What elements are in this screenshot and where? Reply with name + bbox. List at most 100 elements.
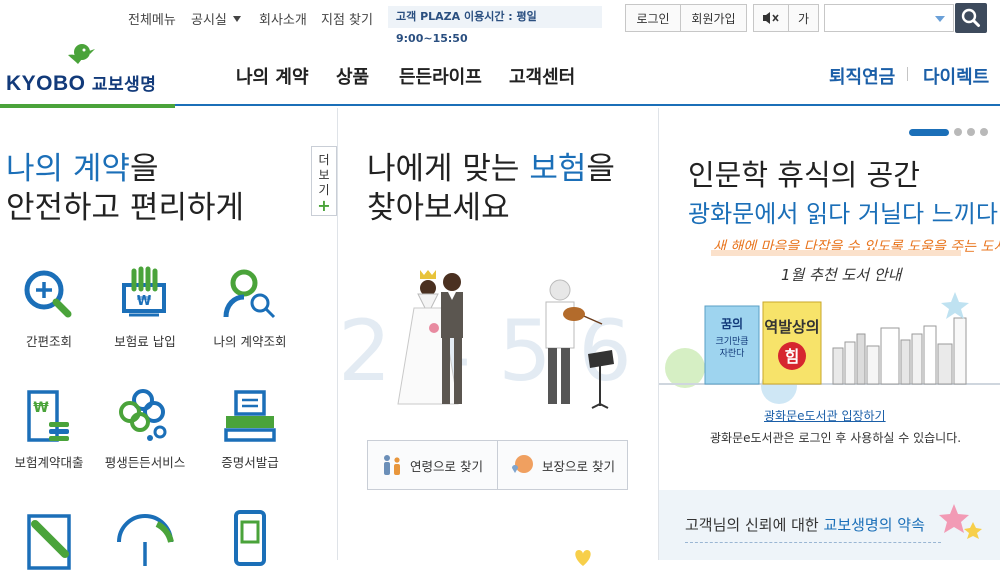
contract-inquiry-label: 나의 계약조회	[213, 334, 287, 349]
magnifier-plus-icon	[24, 270, 72, 318]
more-button[interactable]: 더보기 +	[311, 146, 337, 216]
my-contract-title-line2: 안전하고 편리하게	[6, 190, 245, 226]
account-buttons: 로그인 회원가입	[625, 4, 747, 32]
carousel-dot-3[interactable]	[967, 128, 975, 136]
disclosure-label: 공시실	[191, 13, 227, 28]
promise-divider	[685, 542, 941, 543]
quick-inquiry-label: 간편조회	[25, 334, 72, 349]
mobile-phone-icon	[234, 510, 266, 566]
books-illustration: 꿈의 크기만큼 자란다 역발상의 힘	[659, 292, 1000, 404]
printer-icon	[224, 390, 276, 442]
stars-decoration-icon	[939, 504, 982, 539]
carousel-dot-1[interactable]	[909, 128, 949, 136]
carousel-dot-2[interactable]	[954, 128, 962, 136]
handwriting-underline	[711, 250, 961, 256]
logo-korean: 교보생명	[91, 75, 157, 94]
policy-loan-button[interactable]: ₩ 보험계약대출	[1, 386, 97, 471]
plus-icon: +	[317, 196, 331, 215]
insurance-umbrella-button[interactable]	[97, 510, 193, 570]
library-subtitle: 광화문에서 읽다 거닐다 느끼다	[688, 200, 998, 228]
chevron-down-icon	[232, 16, 241, 22]
user-search-icon	[223, 269, 276, 319]
nav-customer-center[interactable]: 고객센터	[509, 63, 575, 89]
life-stage-illustration: 2 4 5 6	[338, 270, 632, 409]
find-by-coverage-button[interactable]: 보장으로 찾기	[497, 441, 627, 489]
nav-my-contract[interactable]: 나의 계약	[236, 63, 309, 89]
branch-link[interactable]: 지점 찾기	[321, 9, 373, 28]
quick-inquiry-button[interactable]: 간편조회	[1, 265, 97, 350]
flower-clover-icon	[119, 389, 167, 441]
find-insurance-title-highlight: 보험	[529, 151, 587, 187]
find-insurance-title: 나에게 맞는 보험을 찾아보세요	[367, 150, 615, 228]
nav-life[interactable]: 든든라이프	[399, 63, 482, 89]
find-insurance-panel: 나에게 맞는 보험을 찾아보세요 2 4 5 6 연령으로 찾기 보장으로 찾기	[338, 108, 659, 566]
company-link[interactable]: 회사소개	[259, 9, 307, 28]
svg-text:₩: ₩	[33, 400, 49, 416]
library-entry-link[interactable]: 광화문e도서관 입장하기	[764, 407, 886, 424]
certificate-button[interactable]: 증명서발급	[202, 386, 298, 471]
find-by-age-button[interactable]: 연령으로 찾기	[368, 441, 497, 489]
mobile-service-button[interactable]	[202, 510, 298, 570]
login-button[interactable]: 로그인	[626, 5, 680, 31]
search-input[interactable]	[824, 4, 954, 32]
more-label: 더보기	[318, 153, 330, 197]
kyobo-logo[interactable]: KYOBO 교보생명	[6, 42, 166, 98]
nav-retirement-pension[interactable]: 퇴직연금	[829, 63, 895, 89]
find-insurance-title-line2: 찾아보세요	[367, 190, 510, 226]
library-title: 인문학 휴식의 공간	[688, 158, 920, 192]
lifetime-service-label: 평생든든서비스	[104, 455, 186, 470]
promise-title-highlight: 교보생명의 약속	[823, 516, 925, 534]
mute-button[interactable]	[754, 5, 788, 31]
promise-banner[interactable]: 고객님의 신뢰에 대한 교보생명의 약속	[659, 490, 1000, 560]
find-insurance-title-suffix: 을	[586, 151, 615, 187]
star-decoration-icon	[941, 292, 969, 319]
find-by-coverage-label: 보장으로 찾기	[542, 458, 615, 474]
utility-bar: 전체메뉴 공시실 회사소개 지점 찾기 고객 PLAZA 이용시간 : 평일 9…	[0, 0, 1000, 45]
my-contract-title: 나의 계약을 안전하고 편리하게	[6, 150, 244, 228]
carousel-dot-4[interactable]	[980, 128, 988, 136]
people-icon	[384, 455, 400, 475]
svg-text:₩: ₩	[137, 294, 152, 309]
bird-logo-icon	[68, 44, 95, 64]
find-insurance-title-prefix: 나에게 맞는	[367, 151, 530, 187]
promise-title: 고객님의 신뢰에 대한 교보생명의 약속	[685, 514, 925, 535]
main-header: KYOBO 교보생명 나의 계약 상품 든든라이프 고객센터 퇴직연금 다이렉트	[0, 36, 1000, 106]
umbrella-icon	[117, 514, 174, 566]
disclosure-menu[interactable]: 공시실	[191, 9, 241, 28]
bookshelf-icon	[832, 317, 967, 385]
svg-text:꿈의: 꿈의	[721, 316, 743, 331]
premium-payment-button[interactable]: ₩ 보험료 납입	[97, 265, 193, 350]
carousel-pagination	[909, 128, 988, 136]
shield-heart-icon	[512, 455, 533, 473]
speaker-mute-icon	[763, 12, 779, 24]
my-contract-title-highlight: 나의 계약	[6, 151, 130, 187]
all-menu-link[interactable]: 전체메뉴	[128, 9, 176, 28]
my-contract-panel: 나의 계약을 안전하고 편리하게 더보기 + 간편조회 ₩ 보험료 납입 나의 …	[0, 108, 338, 570]
premium-payment-label: 보험료 납입	[114, 334, 176, 349]
monthly-books-notice: 1월 추천 도서 안내	[781, 266, 902, 284]
nav-divider	[907, 67, 908, 81]
nav-direct[interactable]: 다이렉트	[923, 63, 989, 89]
search-dropdown-icon[interactable]	[935, 16, 945, 22]
lifetime-service-button[interactable]: 평생든든서비스	[97, 386, 193, 471]
svg-text:자란다: 자란다	[720, 347, 746, 359]
search-icon	[961, 8, 980, 27]
policy-loan-label: 보험계약대출	[14, 455, 84, 470]
edit-contract-button[interactable]	[1, 510, 97, 570]
font-size-button[interactable]: 가	[788, 5, 818, 31]
accessibility-buttons: 가	[753, 4, 819, 32]
yellow-heart-icon	[575, 550, 591, 566]
certificate-label: 증명서발급	[221, 455, 279, 470]
library-banner-panel: 인문학 휴식의 공간 광화문에서 읽다 거닐다 느끼다 새 해에 마음을 다잡을…	[659, 108, 1000, 560]
find-insurance-buttons: 연령으로 찾기 보장으로 찾기	[367, 440, 628, 490]
search-button[interactable]	[955, 3, 987, 33]
hand-card-payment-icon: ₩	[122, 266, 166, 317]
svg-text:역발상의: 역발상의	[764, 318, 819, 336]
book-cover-2: 역발상의 힘	[762, 301, 822, 385]
plaza-hours: 고객 PLAZA 이용시간 : 평일 9:00~15:50	[388, 6, 602, 45]
decorative-circle	[665, 348, 705, 388]
join-button[interactable]: 회원가입	[680, 5, 746, 31]
contract-inquiry-button[interactable]: 나의 계약조회	[202, 265, 298, 350]
library-login-note: 광화문e도서관은 로그인 후 사용하실 수 있습니다.	[710, 431, 962, 445]
nav-products[interactable]: 상품	[336, 63, 369, 89]
